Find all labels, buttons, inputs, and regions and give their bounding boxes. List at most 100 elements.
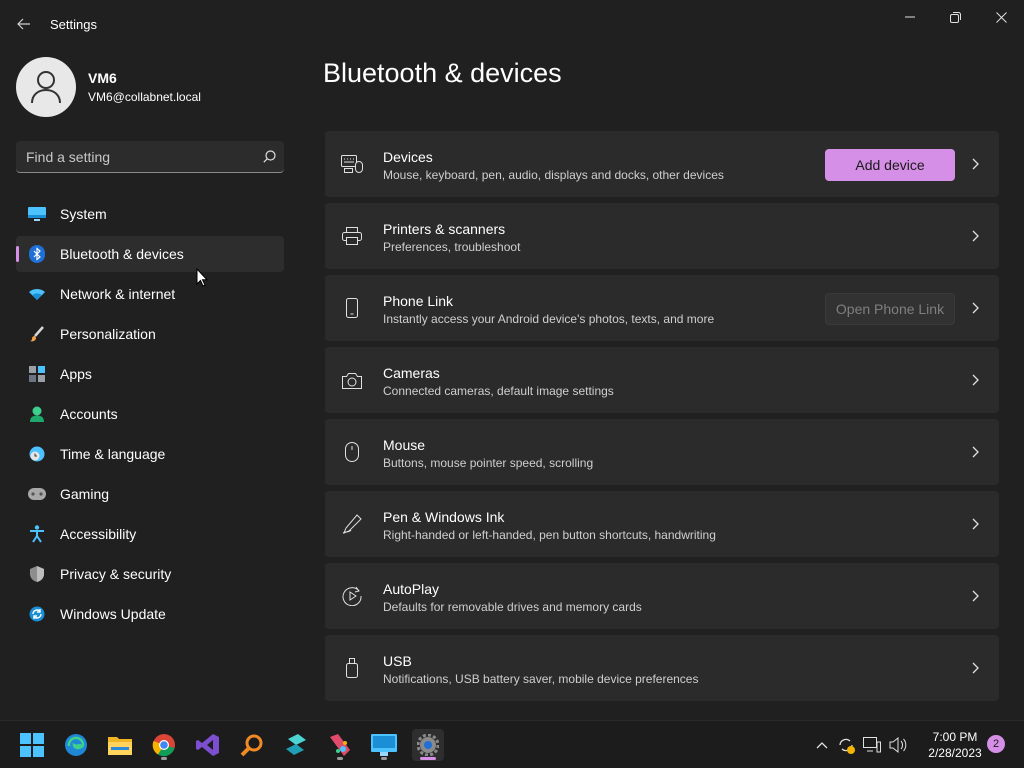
card-title: Phone Link — [383, 293, 454, 309]
sidebar-nav: System Bluetooth & devices Network & int… — [16, 196, 284, 636]
sidebar-item-windows-update[interactable]: Windows Update — [16, 596, 284, 632]
card-title: AutoPlay — [383, 581, 440, 597]
brush-icon — [28, 325, 46, 343]
card-title: Devices — [383, 149, 433, 165]
sidebar-item-label: Time & language — [60, 446, 166, 462]
card-subtitle: Mouse, keyboard, pen, audio, displays an… — [383, 168, 724, 182]
minimize-button[interactable] — [887, 6, 933, 28]
card-autoplay[interactable]: AutoPlay Defaults for removable drives a… — [325, 563, 999, 629]
open-phone-link-button[interactable]: Open Phone Link — [825, 293, 955, 325]
page-title: Bluetooth & devices — [323, 58, 562, 88]
usb-icon — [341, 657, 363, 679]
apps-icon — [28, 365, 46, 383]
close-button[interactable] — [978, 6, 1024, 28]
running-indicator — [161, 757, 167, 760]
card-subtitle: Preferences, troubleshoot — [383, 240, 521, 254]
notification-badge[interactable]: 2 — [987, 735, 1005, 753]
sidebar-item-network[interactable]: Network & internet — [16, 276, 284, 312]
edge-icon[interactable] — [60, 729, 92, 761]
sidebar-item-bluetooth[interactable]: Bluetooth & devices — [16, 236, 284, 272]
volume-icon[interactable] — [888, 735, 908, 755]
card-title: Pen & Windows Ink — [383, 509, 505, 525]
settings-icon[interactable] — [412, 729, 444, 761]
card-phone-link[interactable]: Phone Link Instantly access your Android… — [325, 275, 999, 341]
add-device-button[interactable]: Add device — [825, 149, 955, 181]
camera-icon — [341, 369, 363, 391]
chevron-right-icon — [969, 228, 981, 244]
network-icon[interactable] — [862, 735, 882, 755]
start-icon[interactable] — [16, 729, 48, 761]
update-icon — [28, 605, 46, 623]
sidebar-item-gaming[interactable]: Gaming — [16, 476, 284, 512]
title-bar: Settings — [0, 0, 1024, 48]
card-subtitle: Instantly access your Android device's p… — [383, 312, 715, 326]
sidebar-item-label: Windows Update — [60, 606, 166, 622]
card-subtitle: Notifications, USB battery saver, mobile… — [383, 672, 699, 686]
sidebar-item-apps[interactable]: Apps — [16, 356, 284, 392]
card-title: Cameras — [383, 365, 440, 381]
gamepad-icon — [28, 485, 46, 503]
search-input[interactable] — [26, 148, 254, 165]
sync-warning-icon[interactable] — [836, 735, 856, 755]
app-title: Settings — [50, 17, 97, 32]
system-icon — [28, 205, 46, 223]
sidebar-item-label: Privacy & security — [60, 566, 172, 582]
card-usb[interactable]: USB Notifications, USB battery saver, mo… — [325, 635, 999, 701]
sidebar-item-privacy[interactable]: Privacy & security — [16, 556, 284, 592]
chevron-up-icon[interactable] — [812, 735, 832, 755]
devices-icon — [341, 153, 363, 175]
sidebar-item-label: Personalization — [60, 326, 156, 342]
chevron-right-icon — [969, 660, 981, 676]
sidebar-item-label: System — [60, 206, 107, 222]
chevron-right-icon — [969, 156, 981, 172]
sidebar-item-label: Bluetooth & devices — [60, 246, 184, 262]
card-subtitle: Connected cameras, default image setting… — [383, 384, 614, 398]
visual-studio-icon[interactable] — [192, 729, 224, 761]
active-indicator — [420, 757, 436, 760]
remote-desktop-icon[interactable] — [368, 729, 400, 761]
back-arrow-icon — [17, 18, 30, 30]
sidebar-item-system[interactable]: System — [16, 196, 284, 232]
taskbar: 7:00 PM 2/28/2023 — [0, 720, 1024, 768]
sidebar-item-label: Accessibility — [60, 526, 137, 542]
search-box[interactable] — [16, 141, 284, 173]
back-button[interactable] — [10, 10, 38, 38]
sidebar-item-label: Network & internet — [60, 286, 176, 302]
chevron-right-icon — [969, 300, 981, 316]
printer-icon — [341, 225, 363, 247]
close-icon — [995, 11, 1007, 23]
accessibility-icon — [28, 525, 46, 543]
search-icon[interactable] — [254, 150, 284, 163]
card-title: Mouse — [383, 437, 426, 453]
restore-button[interactable] — [932, 6, 978, 28]
minimize-icon — [905, 16, 915, 18]
paint-icon[interactable] — [324, 729, 356, 761]
sidebar-item-time-language[interactable]: Time & language — [16, 436, 284, 472]
phone-icon — [341, 297, 363, 319]
profile-name: VM6 — [88, 70, 117, 86]
card-cameras[interactable]: Cameras Connected cameras, default image… — [325, 347, 999, 413]
chevron-right-icon — [969, 588, 981, 604]
sidebar-item-accessibility[interactable]: Accessibility — [16, 516, 284, 552]
file-explorer-icon[interactable] — [104, 729, 136, 761]
sidebar-item-personalization[interactable]: Personalization — [16, 316, 284, 352]
card-pen-windows-ink[interactable]: Pen & Windows Ink Right-handed or left-h… — [325, 491, 999, 557]
card-subtitle: Right-handed or left-handed, pen button … — [383, 528, 716, 542]
pen-icon — [341, 513, 363, 535]
running-indicator — [337, 757, 343, 760]
card-devices[interactable]: Devices Mouse, keyboard, pen, audio, dis… — [325, 131, 999, 197]
shield-icon — [28, 565, 46, 583]
running-indicator — [381, 757, 387, 760]
app-icon[interactable] — [280, 729, 312, 761]
sidebar-item-label: Gaming — [60, 486, 110, 502]
chrome-icon[interactable] — [148, 729, 180, 761]
sidebar-item-accounts[interactable]: Accounts — [16, 396, 284, 432]
avatar — [16, 57, 76, 117]
profile-email: VM6@collabnet.local — [88, 90, 201, 104]
card-printers-scanners[interactable]: Printers & scanners Preferences, trouble… — [325, 203, 999, 269]
card-mouse[interactable]: Mouse Buttons, mouse pointer speed, scro… — [325, 419, 999, 485]
user-profile[interactable]: VM6 VM6@collabnet.local — [16, 57, 201, 117]
search-tool-icon[interactable] — [236, 729, 268, 761]
sidebar-item-label: Apps — [60, 366, 92, 382]
settings-list: Devices Mouse, keyboard, pen, audio, dis… — [325, 131, 999, 707]
